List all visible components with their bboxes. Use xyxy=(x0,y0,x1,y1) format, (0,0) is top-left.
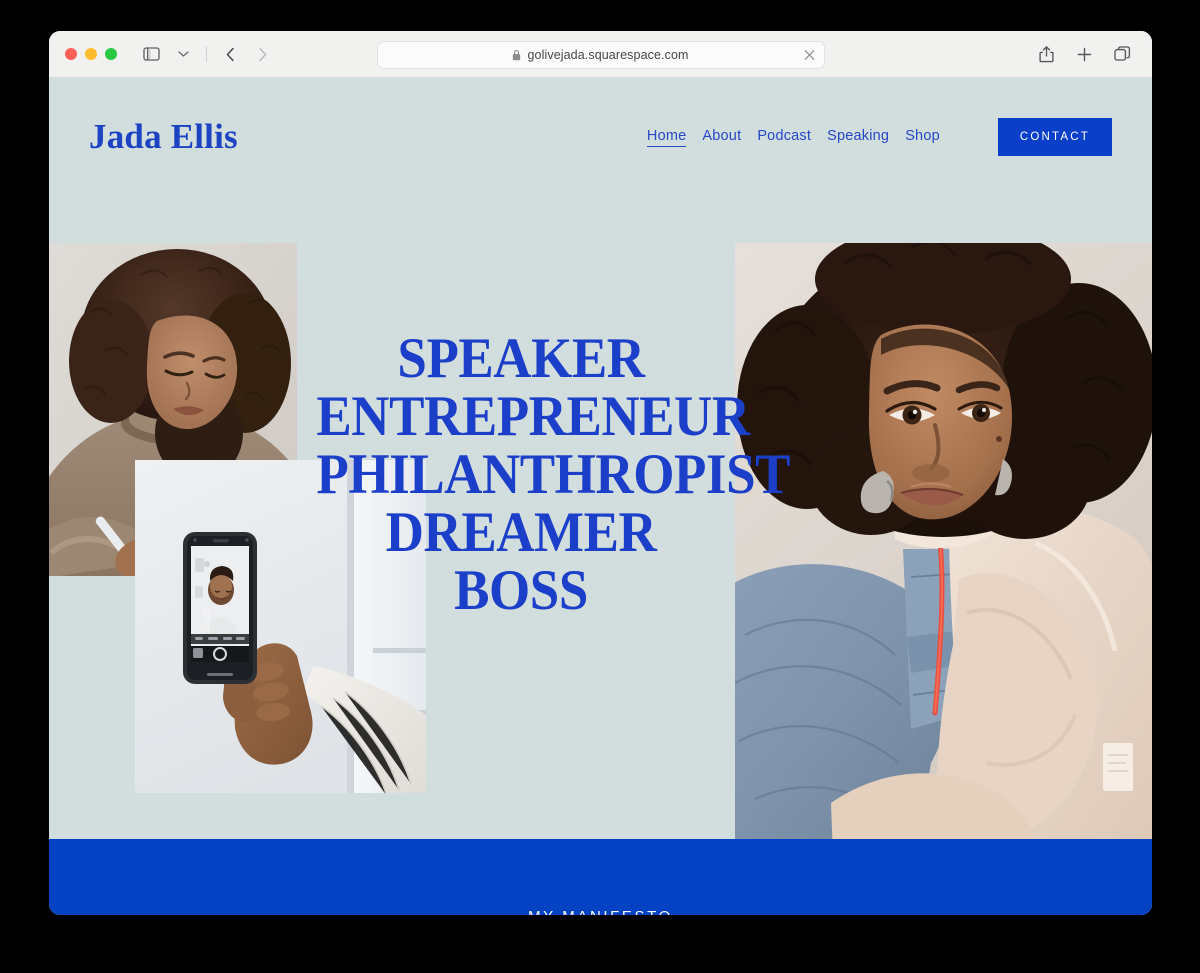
address-bar-text: golivejada.squarespace.com xyxy=(527,48,689,62)
browser-window: golivejada.squarespace.com Jada Ellis Ho… xyxy=(49,31,1152,915)
share-icon[interactable] xyxy=(1032,42,1060,66)
site-navigation: Home About Podcast Speaking Shop CONTACT xyxy=(646,118,1112,156)
hero-headline: SPEAKER ENTREPRENEUR PHILANTHROPIST DREA… xyxy=(301,327,791,622)
photo-portrait xyxy=(735,243,1152,857)
chevron-down-icon[interactable] xyxy=(169,42,197,66)
nav-link-home[interactable]: Home xyxy=(646,128,687,147)
page-viewport: Jada Ellis Home About Podcast Speaking S… xyxy=(49,78,1152,915)
tab-overview-icon[interactable] xyxy=(1108,42,1136,66)
close-window-button[interactable] xyxy=(65,48,77,60)
browser-toolbar: golivejada.squarespace.com xyxy=(49,31,1152,78)
minimize-window-button[interactable] xyxy=(85,48,97,60)
hero-headline-line-4: DREAMER xyxy=(385,501,657,564)
plus-icon[interactable] xyxy=(1070,42,1098,66)
hero-section: SPEAKER ENTREPRENEUR PHILANTHROPIST DREA… xyxy=(49,196,1152,915)
chevron-right-icon[interactable] xyxy=(248,42,276,66)
site-header: Jada Ellis Home About Podcast Speaking S… xyxy=(49,78,1152,196)
hero-headline-line-3: PHILANTHROPIST xyxy=(316,443,791,506)
nav-link-podcast[interactable]: Podcast xyxy=(757,128,811,146)
site-logo[interactable]: Jada Ellis xyxy=(89,117,238,157)
manifesto-band: MY MANIFESTO xyxy=(49,839,1152,915)
hero-headline-line-5: BOSS xyxy=(454,559,588,622)
lock-icon xyxy=(512,49,521,61)
close-icon[interactable] xyxy=(804,50,815,61)
sidebar-icon[interactable] xyxy=(137,42,165,66)
navigation-controls xyxy=(137,42,276,66)
contact-button[interactable]: CONTACT xyxy=(997,118,1112,156)
nav-link-about[interactable]: About xyxy=(702,128,741,146)
toolbar-divider xyxy=(206,46,207,62)
toolbar-right-actions xyxy=(1032,42,1136,66)
address-bar[interactable]: golivejada.squarespace.com xyxy=(376,41,825,69)
nav-link-shop[interactable]: Shop xyxy=(905,128,940,146)
manifesto-label: MY MANIFESTO xyxy=(528,908,673,915)
maximize-window-button[interactable] xyxy=(105,48,117,60)
nav-link-speaking[interactable]: Speaking xyxy=(827,128,889,146)
hero-headline-line-2: ENTREPRENEUR xyxy=(316,385,750,448)
hero-headline-line-1: SPEAKER xyxy=(397,327,645,390)
chevron-left-icon[interactable] xyxy=(216,42,244,66)
window-controls xyxy=(65,48,117,60)
